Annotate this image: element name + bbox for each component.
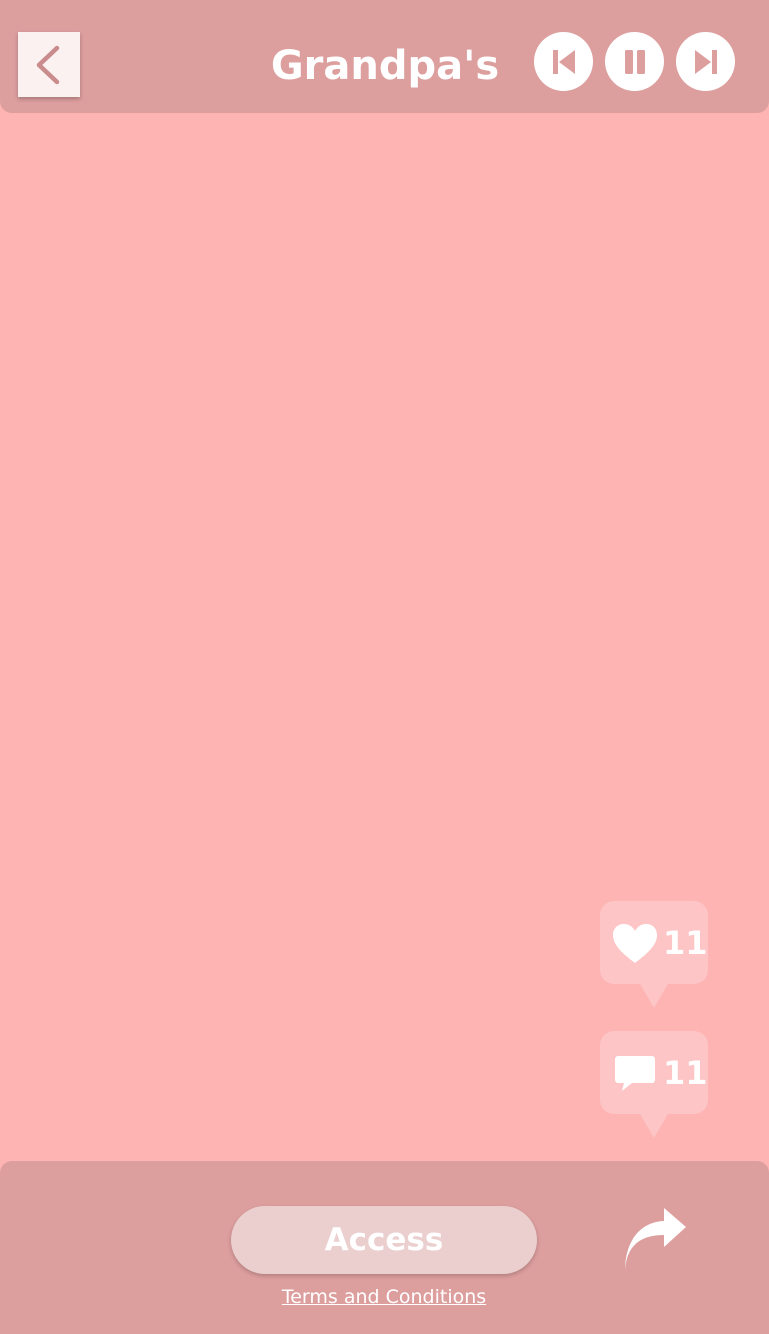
chevron-left-icon xyxy=(36,45,60,84)
skip-next-icon xyxy=(694,49,717,74)
like-count: 11 xyxy=(663,924,708,962)
back-button[interactable] xyxy=(18,32,80,97)
pause-icon xyxy=(624,49,645,74)
top-bar: Grandpa's xyxy=(0,0,769,113)
terms-link[interactable]: Terms and Conditions xyxy=(234,1286,534,1308)
bottom-bar: Access Terms and Conditions xyxy=(0,1161,769,1334)
comment-button[interactable]: 11 xyxy=(600,1031,708,1138)
pause-button[interactable] xyxy=(605,32,664,91)
previous-button[interactable] xyxy=(534,32,593,91)
share-button[interactable] xyxy=(620,1206,690,1276)
next-button[interactable] xyxy=(676,32,735,91)
comment-count: 11 xyxy=(663,1054,708,1092)
access-button[interactable]: Access xyxy=(231,1206,537,1274)
page-title: Grandpa's xyxy=(270,43,500,89)
like-button[interactable]: 11 xyxy=(600,901,708,1008)
share-arrow-icon xyxy=(625,1208,686,1271)
skip-previous-icon xyxy=(552,49,575,74)
heart-icon xyxy=(612,921,658,967)
comment-icon xyxy=(612,1051,658,1097)
